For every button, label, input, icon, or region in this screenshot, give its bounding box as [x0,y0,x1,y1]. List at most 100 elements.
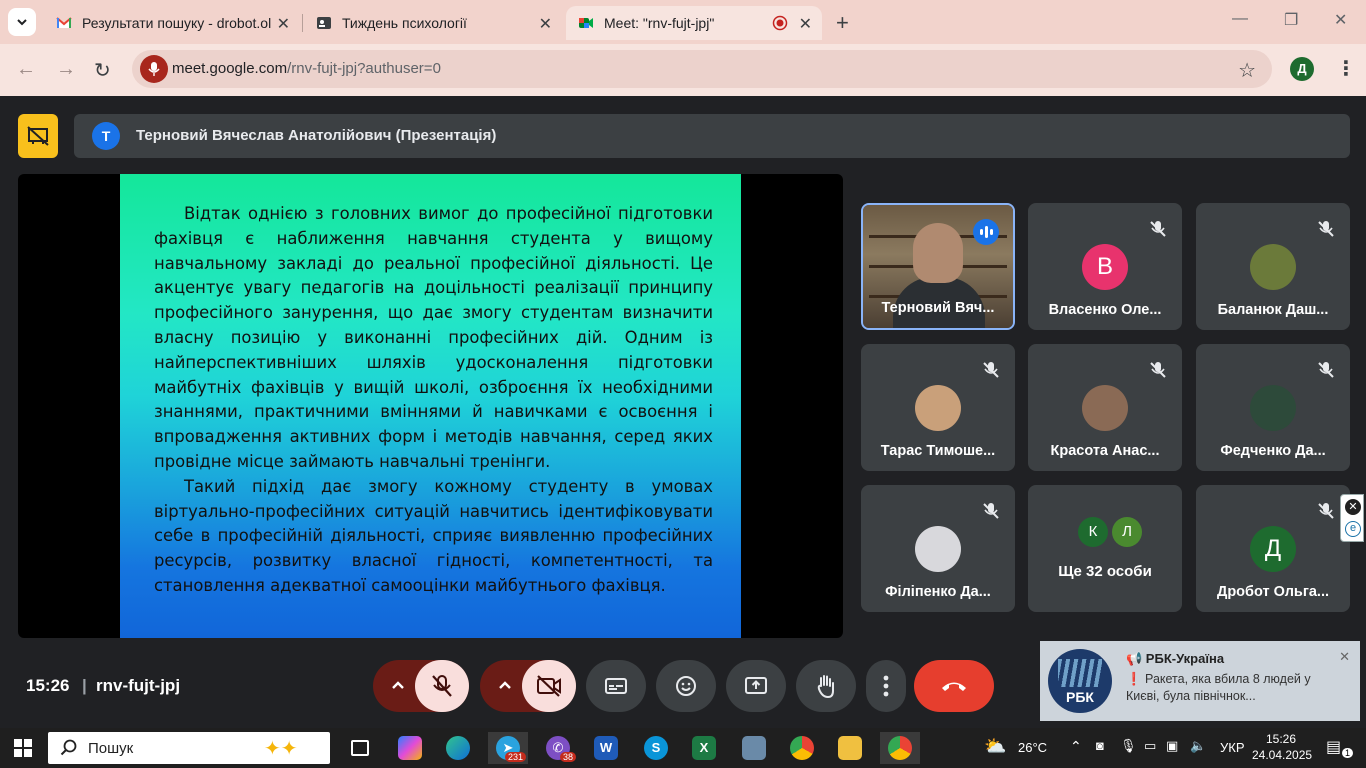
presenter-avatar: T [92,122,120,150]
search-placeholder: Пошук [88,740,134,757]
taskbar-word[interactable]: W [586,732,626,764]
presentation-off-icon [27,126,49,146]
more-participants-avatars: К Л [1078,517,1142,547]
profile-avatar[interactable]: Д [1290,57,1314,81]
taskbar-viber[interactable]: ✆ 38 [538,732,578,764]
participant-tile-ternovyi[interactable]: Терновий Вяч... [861,203,1015,330]
tab-psychology-week[interactable]: Тиждень психології ✕ [304,6,562,40]
minimize-button[interactable]: — [1232,10,1248,28]
close-tab-icon[interactable]: ✕ [799,14,812,34]
participant-name: Власенко Оле... [1048,302,1162,318]
extension-floating-widget[interactable]: ✕ e [1340,494,1364,542]
participant-name: Тарас Тимоше... [880,443,996,459]
emoji-icon [676,676,696,696]
presenter-bar: T Терновий Вячеслав Анатолійович (Презен… [74,114,1350,158]
network-icon[interactable]: ▣ [1166,738,1178,754]
keyboard-language[interactable]: УКР [1220,740,1245,755]
stop-presenting-button[interactable] [18,114,58,158]
battery-icon[interactable]: ▭ [1144,738,1156,754]
reload-button[interactable]: ↻ [94,58,111,83]
mic-toggle-button[interactable] [415,660,469,712]
tab-title: Meet: "rnv-fujt-jpj" [604,15,715,31]
participant-avatar: К [1078,517,1108,547]
slide-paragraph: Такий підхід дає змогу кожному студенту … [154,476,713,595]
tab-gmail[interactable]: Результати пошуку - drobot.ol ✕ [44,6,300,40]
close-tab-icon[interactable]: ✕ [539,14,552,34]
more-options-button[interactable] [866,660,906,712]
sparkle-icon: ✦✦ [264,738,298,760]
clock-date[interactable]: 24.04.2025 [1252,748,1312,762]
taskbar-chrome-profile[interactable] [880,732,920,764]
participant-name: Терновий Вяч... [881,300,995,316]
participant-tile-drobot[interactable]: Д Дробот Ольга... [1196,485,1350,612]
closed-captions-icon [605,678,627,694]
extension-icon[interactable]: e [1345,521,1361,537]
skype-icon: S [644,736,668,760]
participant-tile-fedchenko[interactable]: Федченко Да... [1196,344,1350,471]
camera-tray-icon[interactable]: ◙ [1096,738,1104,753]
system-notification[interactable]: РБК 📢 РБК-Україна ❗ Ракета, яка вбила 8 … [1040,641,1360,721]
participant-avatar: В [1082,244,1128,290]
restore-button[interactable]: ❐ [1284,10,1298,30]
viber-badge: 38 [559,752,576,762]
presentation-stage[interactable]: Відтак однією з головних вимог до профес… [18,174,843,638]
clock-time[interactable]: 15:26 [1266,732,1296,746]
notifications-icon[interactable]: ▤ [1326,737,1341,757]
browser-toolbar: ← → ↻ meet.google.com/rnv-fujt-jpj?authu… [0,44,1366,96]
speaker-icon[interactable]: 🔈 [1190,738,1206,754]
task-view-icon [351,740,369,756]
address-bar[interactable]: meet.google.com/rnv-fujt-jpj?authuser=0 … [132,50,1272,88]
participant-tile-filipenko[interactable]: Філіпенко Да... [861,485,1015,612]
taskbar-telegram[interactable]: ➤ 231 [488,732,528,764]
tab-meet[interactable]: Meet: "rnv-fujt-jpj" ✕ [566,6,822,40]
mic-in-use-icon[interactable] [140,55,168,83]
more-participants-tile[interactable]: К Л Ще 32 особи [1028,485,1182,612]
temperature: 26°C [1018,740,1048,755]
close-icon[interactable]: ✕ [1345,499,1361,515]
browser-tab-strip: Результати пошуку - drobot.ol ✕ Тиждень … [0,0,1366,44]
tab-title: Результати пошуку - drobot.ol [82,15,272,31]
taskbar-copilot[interactable] [390,732,430,764]
back-button[interactable]: ← [16,58,36,81]
notification-count: 1 [1342,748,1354,758]
close-tab-icon[interactable]: ✕ [277,14,290,34]
close-window-button[interactable]: ✕ [1334,10,1347,30]
present-screen-button[interactable] [726,660,786,712]
forward-button[interactable]: → [56,58,76,81]
leave-call-button[interactable] [914,660,994,712]
taskbar-remote[interactable] [734,732,774,764]
tab-search-button[interactable] [8,8,36,36]
task-view-button[interactable] [340,732,380,764]
browser-menu-button[interactable]: ⋮ [1336,56,1356,81]
new-tab-button[interactable]: + [836,10,849,36]
close-icon[interactable]: ✕ [1339,649,1350,665]
chevron-up-icon[interactable] [494,674,516,696]
participant-photo [1250,244,1296,290]
bookmark-star-icon[interactable]: ☆ [1238,58,1256,83]
taskbar-excel[interactable]: X [684,732,724,764]
chevron-up-icon[interactable]: ⌃ [1070,738,1082,755]
notification-source: 📢 РБК-Україна [1126,651,1225,666]
mic-tray-icon[interactable]: 🎙 [1120,738,1137,754]
reactions-button[interactable] [656,660,716,712]
taskbar-search-box[interactable]: Пошук ✦✦ [48,732,330,764]
copilot-icon [398,736,422,760]
mic-off-icon [432,675,452,697]
captions-button[interactable] [586,660,646,712]
taskbar-skype[interactable]: S [636,732,676,764]
taskbar-edge[interactable] [438,732,478,764]
excel-icon: X [692,736,716,760]
camera-toggle-button[interactable] [522,660,576,712]
tab-title: Тиждень психології [342,15,467,31]
participant-tile-krasota[interactable]: Красота Анас... [1028,344,1182,471]
taskbar-explorer[interactable] [830,732,870,764]
participant-tile-taras[interactable]: Тарас Тимоше... [861,344,1015,471]
participant-tile-balaniuk[interactable]: Баланюк Даш... [1196,203,1350,330]
telegram-badge: 231 [504,752,526,762]
chevron-up-icon[interactable] [387,674,409,696]
taskbar-chrome[interactable] [782,732,822,764]
participant-name: Баланюк Даш... [1217,302,1329,318]
raise-hand-button[interactable] [796,660,856,712]
participant-tile-vlasenko[interactable]: В Власенко Оле... [1028,203,1182,330]
windows-start-button[interactable] [14,739,32,757]
